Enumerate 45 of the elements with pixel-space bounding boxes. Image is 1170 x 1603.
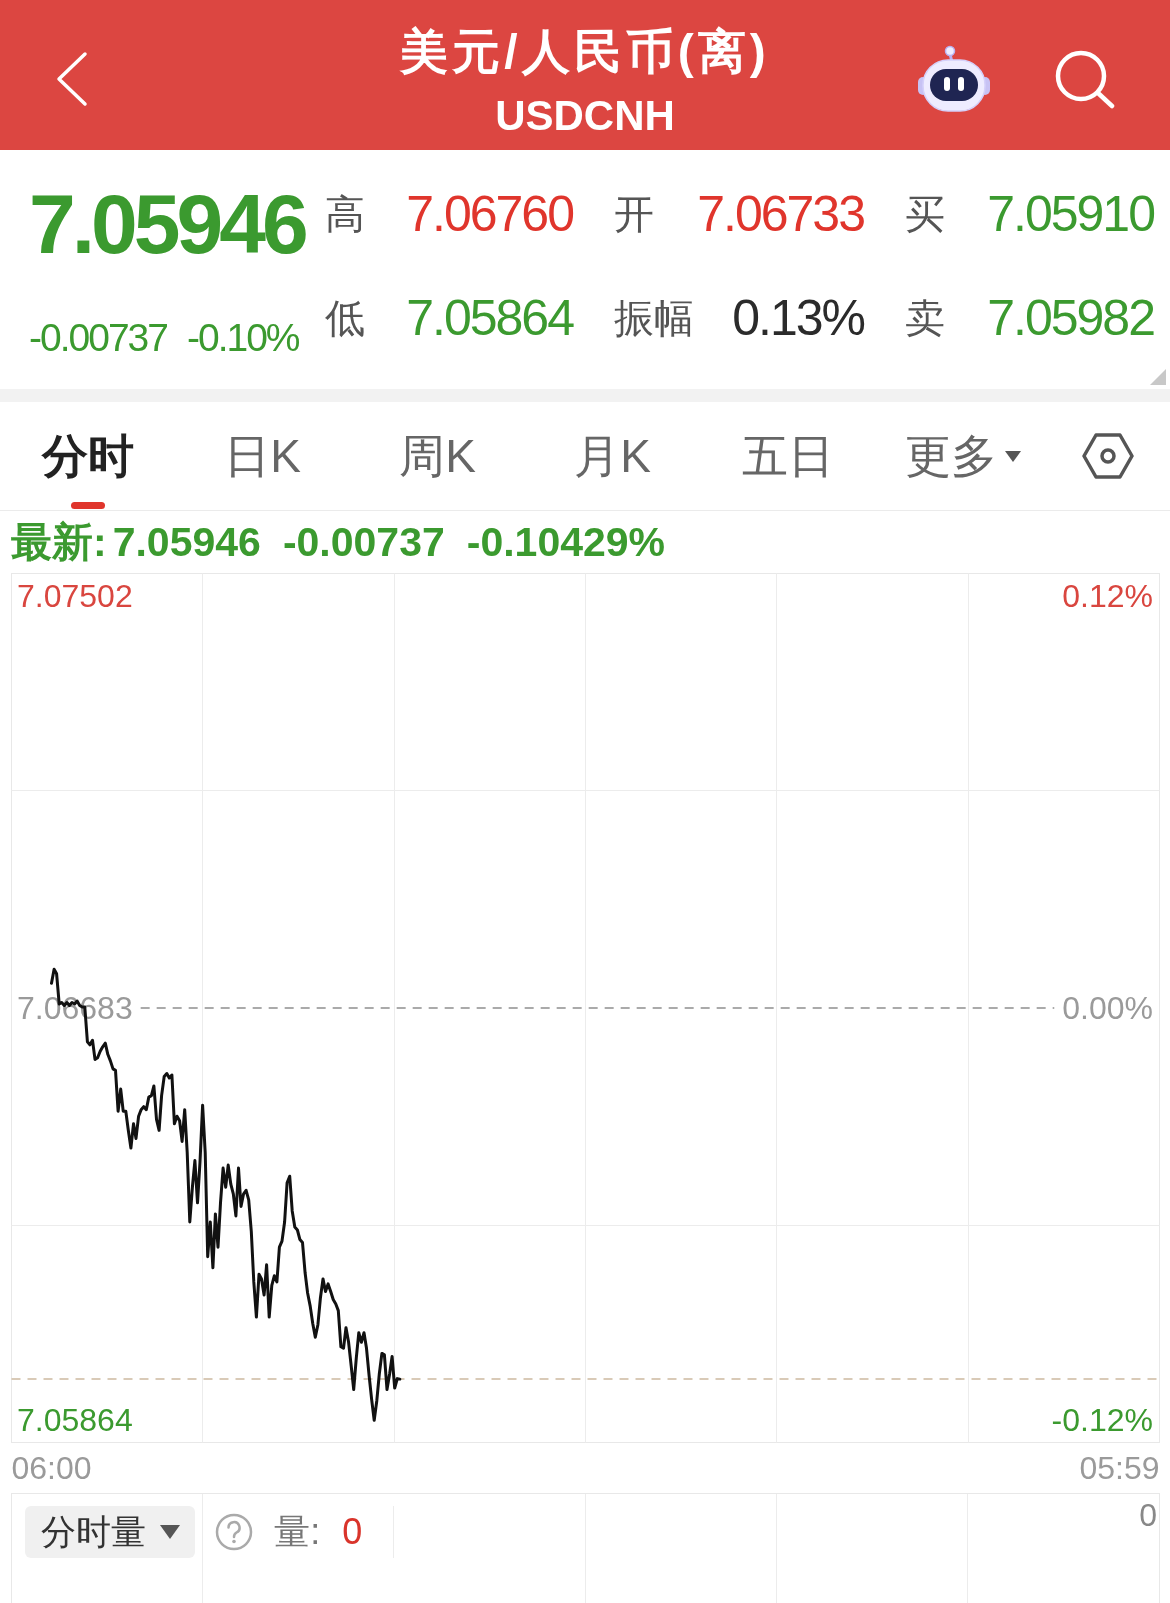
stat-label: 开 bbox=[614, 191, 654, 238]
chart-tab[interactable]: 月K bbox=[525, 402, 700, 510]
chart-tab[interactable]: 周K bbox=[350, 402, 525, 510]
volume-value: 0 bbox=[342, 1512, 363, 1552]
settings-icon[interactable] bbox=[1082, 433, 1134, 479]
chart-tab[interactable]: 更多 bbox=[875, 402, 1050, 510]
robot-icon[interactable] bbox=[917, 45, 991, 113]
symbol-code: USDCNH bbox=[495, 92, 675, 140]
stat-value: 0.13% bbox=[732, 293, 864, 343]
time-label: 06:00 bbox=[11, 1450, 92, 1486]
latest-label: 最新: bbox=[11, 518, 107, 566]
caret-icon bbox=[1004, 450, 1021, 462]
stat-value: 7.05982 bbox=[987, 293, 1154, 343]
latest-price: 7.05946 bbox=[112, 518, 261, 566]
chart-tab[interactable]: 分时 bbox=[0, 402, 175, 510]
search-icon[interactable] bbox=[1054, 49, 1116, 109]
axis-percent-label: 0.12% bbox=[1062, 577, 1153, 614]
stat-label: 高 bbox=[325, 191, 365, 238]
stat-label: 低 bbox=[325, 295, 365, 342]
axis-price-label: 7.07502 bbox=[17, 577, 133, 614]
chart-tab[interactable]: 日K bbox=[175, 402, 350, 510]
page-title: 美元/人民币(离) bbox=[400, 24, 770, 80]
price-change: -0.00737 bbox=[29, 318, 167, 357]
latest-change-percent: -0.10429% bbox=[466, 518, 666, 566]
stat-value: 7.05910 bbox=[987, 189, 1154, 239]
stat-label: 买 bbox=[905, 191, 945, 238]
stat-value: 7.06733 bbox=[697, 189, 864, 239]
time-label: 05:59 bbox=[1079, 1450, 1160, 1486]
stat-value: 7.06760 bbox=[406, 189, 573, 239]
axis-percent-label: 0.00% bbox=[1062, 990, 1153, 1026]
volume-label: 量: bbox=[274, 1512, 321, 1552]
chart-tab[interactable]: 五日 bbox=[700, 402, 875, 510]
stat-label: 卖 bbox=[905, 295, 945, 342]
indicator-dropdown[interactable]: 分时量 bbox=[25, 1506, 195, 1558]
axis-percent-label: -0.12% bbox=[1051, 1402, 1153, 1439]
help-icon[interactable] bbox=[215, 1513, 254, 1551]
volume-axis-label: 0 bbox=[1139, 1497, 1157, 1533]
stat-value: 7.05864 bbox=[406, 293, 573, 343]
price-change-percent: -0.10% bbox=[186, 318, 299, 357]
back-icon[interactable] bbox=[56, 51, 88, 107]
stat-label: 振幅 bbox=[614, 295, 694, 342]
last-price: 7.05946 bbox=[29, 182, 305, 266]
axis-price-label: 7.05864 bbox=[17, 1402, 133, 1439]
caret-icon bbox=[159, 1525, 180, 1539]
latest-change: -0.00737 bbox=[282, 518, 445, 566]
